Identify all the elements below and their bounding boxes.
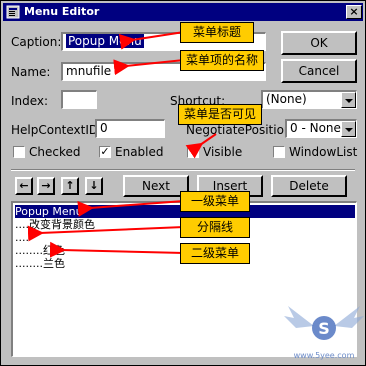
arrow-separator bbox=[27, 225, 185, 242]
callout-level2: 二级菜单 bbox=[180, 243, 250, 264]
arrow-visible bbox=[185, 133, 217, 159]
arrow-caption bbox=[118, 31, 185, 50]
arrow-level1 bbox=[77, 200, 185, 217]
watermark-brand: S bbox=[318, 319, 330, 338]
arrow-name bbox=[113, 59, 185, 76]
arrow-level2 bbox=[49, 241, 185, 258]
watermark-caption: www.5yee.com bbox=[294, 351, 355, 360]
callout-name: 菜单项的名称 bbox=[180, 50, 264, 71]
callout-separator: 分隔线 bbox=[180, 217, 250, 238]
callout-level1: 一级菜单 bbox=[180, 191, 250, 212]
watermark-logo: S www.5yee.com bbox=[284, 306, 364, 360]
callout-visible: 菜单是否可见 bbox=[178, 104, 262, 125]
callout-caption: 菜单标题 bbox=[180, 22, 254, 43]
